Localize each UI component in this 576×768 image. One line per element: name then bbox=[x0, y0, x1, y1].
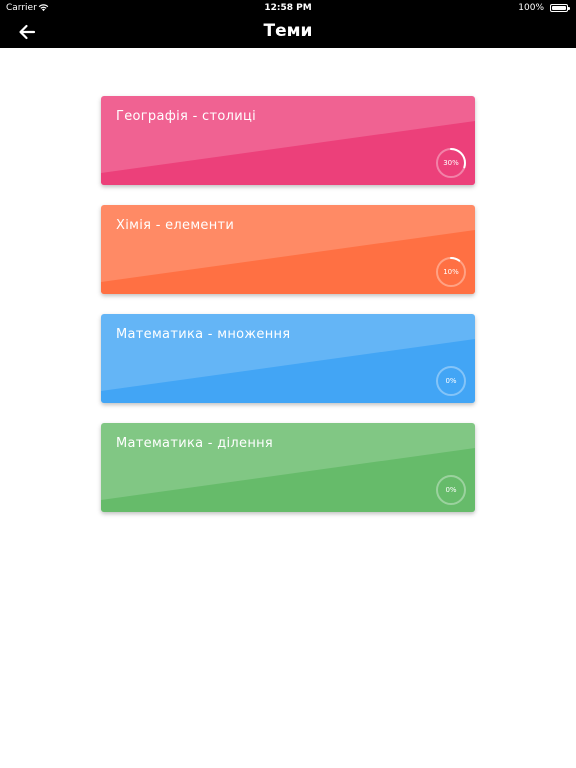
topic-title: Хімія - елементи bbox=[116, 218, 235, 233]
topic-title: Географія - столиці bbox=[116, 109, 257, 124]
navigation-bar: Carrier 12:58 PM 100% Теми bbox=[0, 0, 576, 48]
progress-label: 30% bbox=[443, 159, 459, 167]
topic-card-geography[interactable]: Географія - столиці 30% bbox=[101, 96, 475, 185]
topic-card-division[interactable]: Математика - ділення 0% bbox=[101, 423, 475, 512]
progress-label: 0% bbox=[445, 377, 457, 385]
topics-list: Географія - столиці 30% Хімія - елементи… bbox=[101, 96, 475, 532]
topic-card-multiplication[interactable]: Математика - множення 0% bbox=[101, 314, 475, 403]
page-title: Теми bbox=[263, 21, 313, 41]
battery-percent: 100% bbox=[518, 3, 544, 13]
status-bar: Carrier 12:58 PM 100% bbox=[0, 0, 576, 16]
status-time: 12:58 PM bbox=[264, 3, 312, 13]
topic-title: Математика - множення bbox=[116, 327, 291, 342]
progress-label: 10% bbox=[443, 268, 459, 276]
topic-card-chemistry[interactable]: Хімія - елементи 10% bbox=[101, 205, 475, 294]
topic-title: Математика - ділення bbox=[116, 436, 274, 451]
progress-label: 0% bbox=[445, 486, 457, 494]
battery-icon bbox=[550, 4, 570, 12]
